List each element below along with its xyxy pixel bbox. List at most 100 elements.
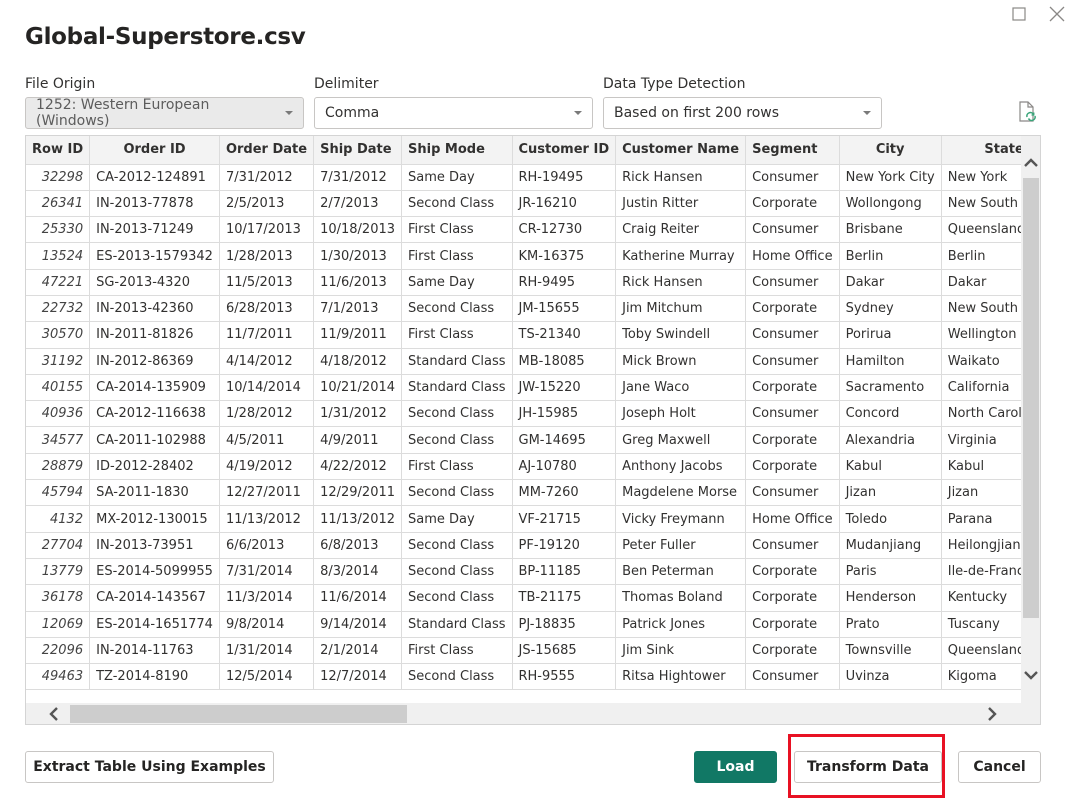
table-cell: Corporate xyxy=(745,558,840,586)
refresh-preview-button[interactable] xyxy=(1017,100,1039,124)
table-cell: Jizan xyxy=(839,479,942,507)
table-cell: 9/14/2014 xyxy=(313,611,403,638)
table-cell: 10/14/2014 xyxy=(219,374,315,402)
table-cell: 22732 xyxy=(26,295,91,323)
table-cell: 30570 xyxy=(26,321,91,349)
table-cell: Ritsa Hightower xyxy=(615,663,747,691)
scroll-up-button[interactable] xyxy=(1021,154,1040,172)
table-cell: 1/28/2012 xyxy=(219,400,315,428)
table-cell: 12/7/2014 xyxy=(313,663,403,691)
table-cell: Mudanjiang xyxy=(839,532,942,559)
table-cell: 11/9/2011 xyxy=(313,321,403,349)
vertical-scroll-thumb[interactable] xyxy=(1023,178,1039,618)
table-cell: Corporate xyxy=(745,637,840,665)
table-cell: Katherine Murray xyxy=(615,242,747,270)
table-cell: JR-16210 xyxy=(512,190,617,218)
horizontal-scrollbar[interactable] xyxy=(26,703,1040,724)
table-header-row: Row ID Order ID Order Date Ship Date Ship Mo… xyxy=(26,136,1040,165)
column-header[interactable]: Customer Name xyxy=(615,136,747,165)
table-cell: 12069 xyxy=(26,611,91,638)
table-cell: SG-2013-4320 xyxy=(89,269,220,296)
scroll-right-button[interactable] xyxy=(984,706,1000,722)
table-cell: Second Class xyxy=(401,400,513,428)
table-cell: 4/18/2012 xyxy=(313,348,403,375)
data-type-detection-select[interactable]: Based on first 200 rows xyxy=(603,97,882,129)
table-row: 36178 CA-2014-143567 11/3/2014 11/6/2014 Sec… xyxy=(26,584,1040,612)
table-cell: Sydney xyxy=(839,295,942,323)
table-cell: 4132 xyxy=(26,505,91,533)
table-cell: Standard Class xyxy=(401,348,513,375)
load-button[interactable]: Load xyxy=(694,751,777,783)
table-cell: 31192 xyxy=(26,348,91,375)
table-cell: 8/3/2014 xyxy=(313,558,403,586)
table-cell: Second Class xyxy=(401,663,513,691)
scroll-down-button[interactable] xyxy=(1021,666,1040,684)
chevron-up-icon xyxy=(1024,158,1038,167)
table-cell: 13779 xyxy=(26,558,91,586)
table-cell: Porirua xyxy=(839,321,942,349)
horizontal-scroll-thumb[interactable] xyxy=(70,705,407,723)
chevron-right-icon xyxy=(988,707,997,721)
table-row: 28879 ID-2012-28402 4/19/2012 4/22/2012 Firs… xyxy=(26,453,1040,481)
data-type-detection-label: Data Type Detection xyxy=(603,76,746,92)
table-cell: 10/18/2013 xyxy=(313,216,403,244)
table-row: 45794 SA-2011-1830 12/27/2011 12/29/2011 Sec… xyxy=(26,479,1040,507)
column-header[interactable]: City xyxy=(839,136,942,165)
delimiter-select[interactable]: Comma xyxy=(314,97,593,129)
table-cell: 4/14/2012 xyxy=(219,348,315,375)
close-button[interactable] xyxy=(1047,4,1067,24)
table-cell: Home Office xyxy=(745,242,840,270)
table-cell: 4/22/2012 xyxy=(313,453,403,481)
maximize-icon xyxy=(1012,7,1026,21)
transform-data-button[interactable]: Transform Data xyxy=(794,751,942,783)
table-cell: Second Class xyxy=(401,190,513,218)
table-cell: 1/31/2014 xyxy=(219,637,315,665)
cancel-button[interactable]: Cancel xyxy=(958,751,1041,783)
table-cell: First Class xyxy=(401,321,513,349)
table-cell: Jane Waco xyxy=(615,374,747,402)
table-cell: VF-21715 xyxy=(512,505,617,533)
table-cell: Second Class xyxy=(401,295,513,323)
table-cell: ES-2014-5099955 xyxy=(89,558,220,586)
table-cell: MX-2012-130015 xyxy=(89,505,220,533)
table-cell: 4/9/2011 xyxy=(313,426,403,454)
table-cell: IN-2013-77878 xyxy=(89,190,220,218)
column-header[interactable]: Segment xyxy=(745,136,840,165)
vertical-scrollbar[interactable] xyxy=(1021,136,1040,704)
table-cell: 6/28/2013 xyxy=(219,295,315,323)
table-cell: Rick Hansen xyxy=(615,164,747,191)
scroll-left-button[interactable] xyxy=(46,706,62,722)
column-header[interactable]: Order ID xyxy=(89,136,220,165)
table-cell: Same Day xyxy=(401,505,513,533)
table-cell: Craig Reiter xyxy=(615,216,747,244)
column-header[interactable]: Row ID xyxy=(26,136,91,165)
table-cell: Uvinza xyxy=(839,663,942,691)
table-cell: RH-19495 xyxy=(512,164,617,191)
table-cell: Consumer xyxy=(745,532,840,559)
file-origin-select[interactable]: 1252: Western European (Windows) xyxy=(25,97,304,129)
table-cell: 12/5/2014 xyxy=(219,663,315,691)
table-row: 25330 IN-2013-71249 10/17/2013 10/18/2013 Fi… xyxy=(26,216,1040,244)
column-header[interactable]: Ship Mode xyxy=(401,136,513,165)
table-cell: First Class xyxy=(401,242,513,270)
table-cell: Consumer xyxy=(745,321,840,349)
table-cell: Consumer xyxy=(745,479,840,507)
table-cell: 12/29/2011 xyxy=(313,479,403,507)
table-cell: Corporate xyxy=(745,453,840,481)
table-cell: CA-2014-135909 xyxy=(89,374,220,402)
table-cell: Ben Peterman xyxy=(615,558,747,586)
column-header[interactable]: Ship Date xyxy=(313,136,403,165)
table-cell: Sacramento xyxy=(839,374,942,402)
table-cell: JW-15220 xyxy=(512,374,617,402)
table-row: 13524 ES-2013-1579342 1/28/2013 1/30/2013 Fi… xyxy=(26,242,1040,270)
table-cell: Justin Ritter xyxy=(615,190,747,218)
column-header[interactable]: Order Date xyxy=(219,136,315,165)
extract-table-using-examples-button[interactable]: Extract Table Using Examples xyxy=(25,751,274,783)
table-cell: Vicky Freymann xyxy=(615,505,747,533)
column-header[interactable]: Customer ID xyxy=(512,136,617,165)
table-cell: Rick Hansen xyxy=(615,269,747,296)
table-cell: Second Class xyxy=(401,426,513,454)
maximize-button[interactable] xyxy=(1009,4,1029,24)
table-cell: CA-2011-102988 xyxy=(89,426,220,454)
table-cell: Thomas Boland xyxy=(615,584,747,612)
